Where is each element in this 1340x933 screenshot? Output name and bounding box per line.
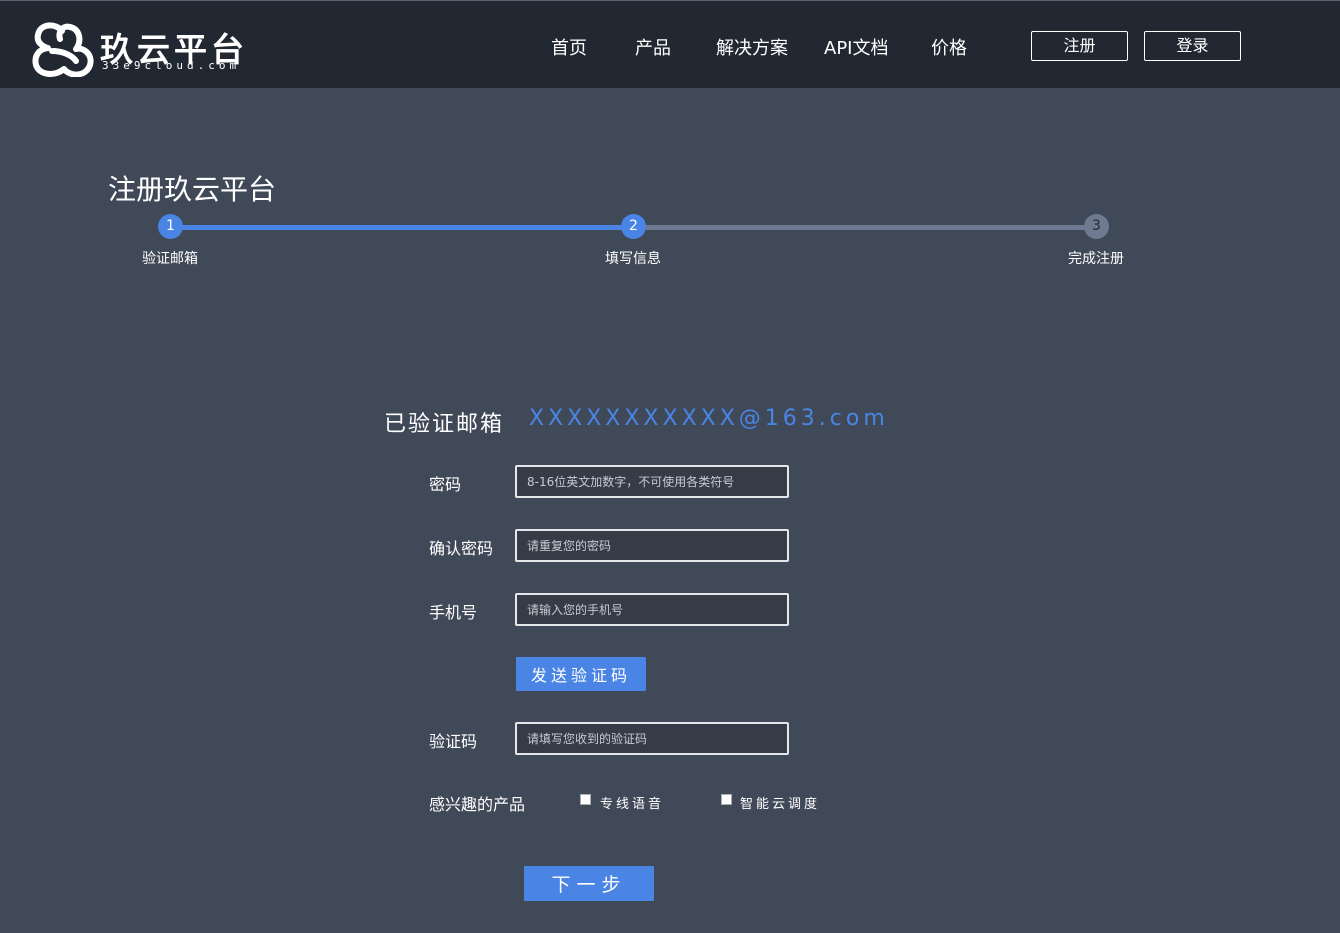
brand-domain: 33e9cloud.com (102, 59, 241, 72)
interest-voice-label[interactable]: 专线语音 (600, 793, 664, 812)
top-navbar: 玖云平台 33e9cloud.com 首页 产品 解决方案 API文档 价格 注… (0, 0, 1340, 88)
verification-code-field[interactable] (515, 722, 789, 755)
cloud-logo-icon (32, 22, 94, 77)
nav-item-pricing[interactable]: 价格 (931, 34, 967, 60)
interest-cloud-dispatch-label[interactable]: 智能云调度 (740, 793, 820, 812)
page-title: 注册玖云平台 (108, 173, 277, 206)
next-step-button[interactable]: 下一步 (524, 866, 654, 901)
step-2-marker: 2 (621, 214, 646, 239)
verified-email-value: XXXXXXXXXXX@163.com (529, 406, 889, 431)
progress-track-remaining (633, 225, 1096, 230)
progress-track-completed (171, 225, 633, 230)
register-button[interactable]: 注册 (1031, 31, 1128, 61)
interests-label: 感兴趣的产品 (429, 795, 526, 814)
nav-item-api-docs[interactable]: API文档 (824, 34, 888, 60)
password-label: 密码 (429, 475, 462, 494)
step-2-label: 填写信息 (605, 251, 661, 267)
step-3-label: 完成注册 (1068, 251, 1124, 267)
brand-logo[interactable]: 玖云平台 33e9cloud.com (32, 21, 262, 77)
nav-item-products[interactable]: 产品 (635, 34, 671, 60)
confirm-password-field[interactable] (515, 529, 789, 562)
verified-email-label: 已验证邮箱 (384, 412, 505, 437)
password-field[interactable] (515, 465, 789, 498)
interest-cloud-dispatch-checkbox[interactable] (721, 794, 732, 805)
confirm-password-label: 确认密码 (429, 539, 494, 558)
step-1-marker: 1 (158, 214, 183, 239)
nav-item-solutions[interactable]: 解决方案 (716, 34, 788, 60)
login-button[interactable]: 登录 (1144, 31, 1241, 61)
step-3-marker: 3 (1084, 214, 1109, 239)
verification-code-label: 验证码 (429, 732, 478, 751)
phone-field[interactable] (515, 593, 789, 626)
phone-label: 手机号 (429, 603, 478, 622)
nav-item-home[interactable]: 首页 (551, 34, 587, 60)
send-code-button[interactable]: 发送验证码 (516, 657, 646, 691)
interest-voice-checkbox[interactable] (580, 794, 591, 805)
step-1-label: 验证邮箱 (142, 251, 198, 267)
